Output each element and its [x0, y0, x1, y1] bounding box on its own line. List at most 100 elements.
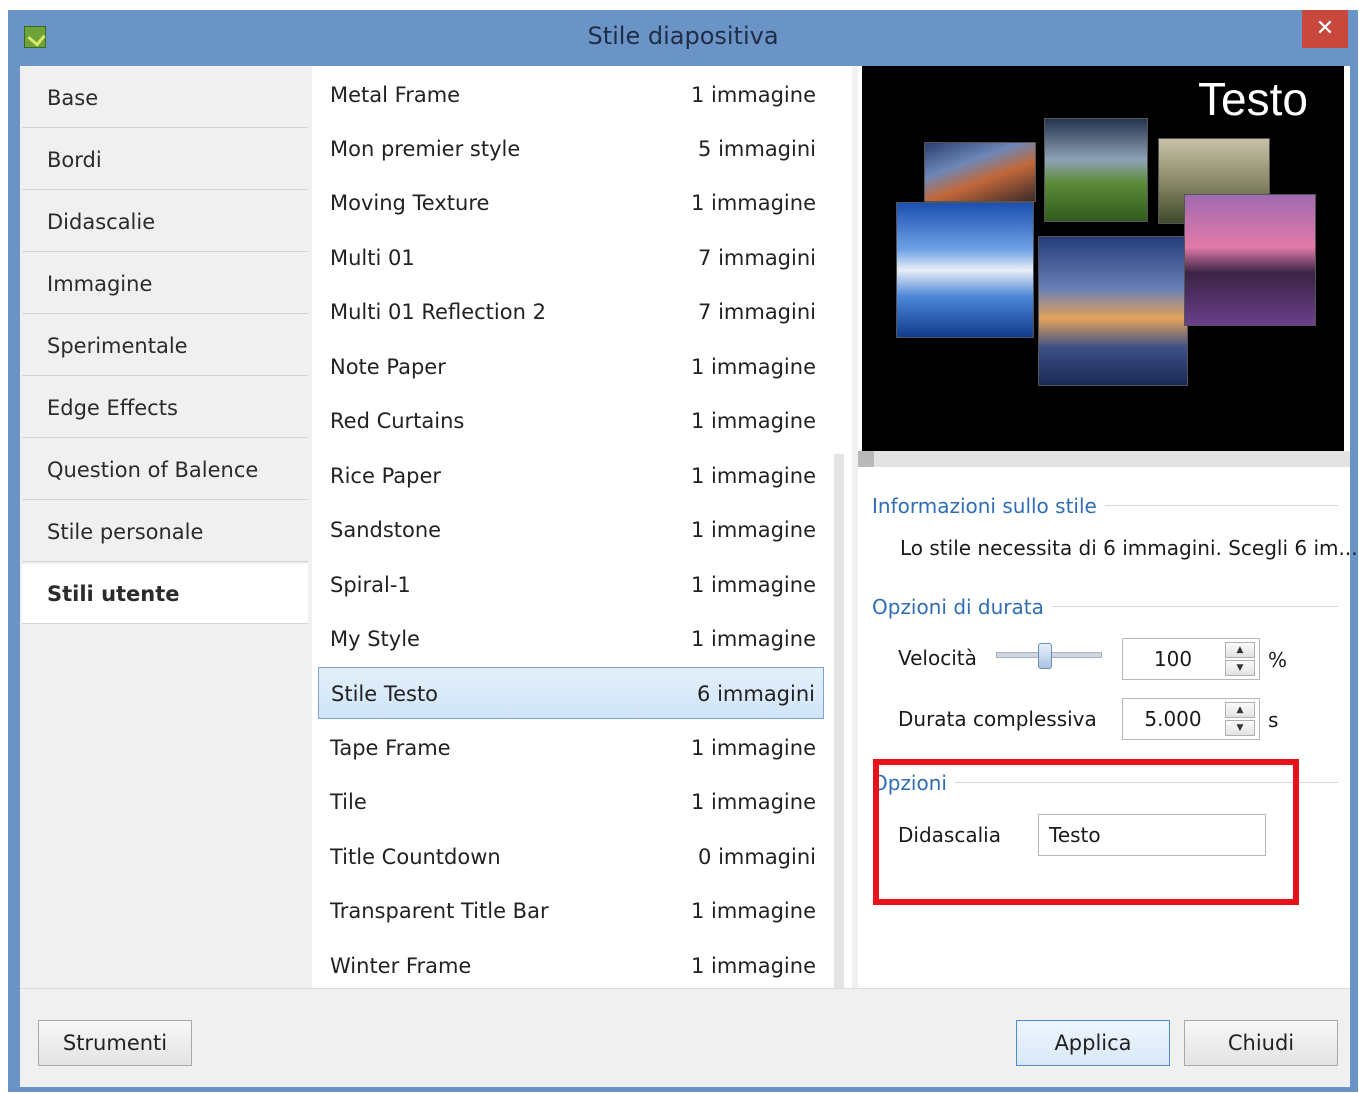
list-item[interactable]: Spiral-1 1 immagine: [318, 559, 824, 611]
speed-unit: %: [1268, 648, 1288, 672]
duration-section-label: Opzioni di durata: [872, 595, 1052, 619]
speed-value[interactable]: 100: [1123, 639, 1223, 679]
list-item[interactable]: Tile 1 immagine: [318, 776, 824, 828]
tab-immagine[interactable]: Immagine: [22, 254, 308, 314]
speed-increment-button[interactable]: ▲: [1225, 642, 1255, 658]
style-name: Moving Texture: [330, 191, 490, 215]
list-item[interactable]: Multi 01 7 immagini: [318, 232, 824, 284]
speed-label: Velocità: [898, 646, 977, 670]
tab-stile-personale[interactable]: Stile personale: [22, 502, 308, 562]
tools-button[interactable]: Strumenti: [38, 1020, 192, 1066]
style-image-count: 1 immagine: [690, 355, 816, 379]
style-image-count: 1 immagine: [690, 573, 816, 597]
style-image-count: 1 immagine: [690, 790, 816, 814]
style-image-count: 7 immagini: [698, 246, 816, 270]
style-name: Transparent Title Bar: [330, 899, 549, 923]
list-item[interactable]: Multi 01 Reflection 2 7 immagini: [318, 286, 824, 338]
style-name: Mon premier style: [330, 137, 521, 161]
close-window-button[interactable]: ✕: [1302, 10, 1348, 48]
style-image-count: 1 immagine: [690, 899, 816, 923]
style-image-count: 5 immagini: [698, 137, 816, 161]
style-details-panel: Testo Informazioni sullo stile Lo stile …: [858, 66, 1358, 988]
tab-bordi[interactable]: Bordi: [22, 130, 308, 190]
speed-slider-thumb[interactable]: [1038, 643, 1052, 669]
style-list[interactable]: Metal Frame 1 immagine Mon premier style 5…: [312, 66, 852, 988]
style-image-count: 1 immagine: [690, 518, 816, 542]
style-name: Multi 01 Reflection 2: [330, 300, 546, 324]
dialog-window: Stile diapositiva ✕ Base Bordi Didascali…: [8, 10, 1358, 1092]
style-image-count: 7 immagini: [698, 300, 816, 324]
total-duration-increment-button[interactable]: ▲: [1225, 702, 1255, 718]
style-image-count: 0 immagini: [698, 845, 816, 869]
tab-question-of-balence[interactable]: Question of Balence: [22, 440, 308, 500]
list-item[interactable]: Tape Frame 1 immagine: [318, 722, 824, 774]
tab-stili-utente[interactable]: Stili utente: [22, 564, 308, 624]
style-name: Spiral-1: [330, 573, 411, 597]
style-name: Rice Paper: [330, 464, 442, 488]
preview-scrollbar[interactable]: [858, 451, 1350, 467]
style-name: Metal Frame: [330, 83, 461, 107]
style-name: Multi 01: [330, 246, 415, 270]
style-image-count: 1 immagine: [690, 627, 816, 651]
dialog-client: Base Bordi Didascalie Immagine Speriment…: [20, 66, 1358, 1087]
style-image-count: 1 immagine: [690, 83, 816, 107]
style-image-count: 1 immagine: [690, 464, 816, 488]
style-name: Title Countdown: [330, 845, 501, 869]
preview-photo-skyline: [1184, 194, 1316, 326]
list-item[interactable]: Mon premier style 5 immagini: [318, 123, 824, 175]
total-duration-value[interactable]: 5.000: [1123, 699, 1223, 739]
list-item[interactable]: Transparent Title Bar 1 immagine: [318, 885, 824, 937]
info-section-label: Informazioni sullo stile: [872, 494, 1105, 518]
preview-photo-city: [1038, 236, 1188, 386]
list-item[interactable]: Winter Frame 1 immagine: [318, 940, 824, 992]
style-name: Tape Frame: [330, 736, 451, 760]
list-item[interactable]: Red Curtains 1 immagine: [318, 395, 824, 447]
category-tabs: Base Bordi Didascalie Immagine Speriment…: [20, 66, 308, 988]
apply-button[interactable]: Applica: [1016, 1020, 1170, 1066]
preview-photo-field: [1044, 118, 1148, 222]
style-preview: Testo: [862, 66, 1344, 451]
divider: [1088, 505, 1338, 506]
list-item[interactable]: Rice Paper 1 immagine: [318, 450, 824, 502]
style-name: Sandstone: [330, 518, 442, 542]
divider: [1038, 606, 1338, 607]
style-name: Winter Frame: [330, 954, 472, 978]
list-item[interactable]: Metal Frame 1 immagine: [318, 69, 824, 121]
style-info-text: Lo stile necessita di 6 immagini. Scegli…: [900, 536, 1358, 560]
list-item[interactable]: My Style 1 immagine: [318, 613, 824, 665]
list-item[interactable]: Title Countdown 0 immagini: [318, 831, 824, 883]
tab-base[interactable]: Base: [22, 68, 308, 128]
style-name: Note Paper: [330, 355, 446, 379]
tab-didascalie[interactable]: Didascalie: [22, 192, 308, 252]
preview-scroll-thumb[interactable]: [858, 451, 874, 467]
button-bar: Strumenti Applica Chiudi: [20, 988, 1350, 1087]
style-image-count: 1 immagine: [690, 409, 816, 433]
style-name: Red Curtains: [330, 409, 465, 433]
title-bar[interactable]: Stile diapositiva ✕: [8, 10, 1358, 66]
total-duration-label: Durata complessiva: [898, 707, 1097, 731]
preview-caption: Testo: [1198, 73, 1308, 125]
tab-sperimentale[interactable]: Sperimentale: [22, 316, 308, 376]
speed-spin-buttons: ▲ ▼: [1225, 642, 1255, 676]
list-item[interactable]: Moving Texture 1 immagine: [318, 177, 824, 229]
window-title: Stile diapositiva: [587, 22, 779, 50]
total-duration-unit: s: [1268, 708, 1279, 732]
list-item[interactable]: Sandstone 1 immagine: [318, 504, 824, 556]
total-duration-stepper[interactable]: 5.000 ▲ ▼: [1122, 698, 1260, 740]
style-name: My Style: [330, 627, 420, 651]
speed-stepper[interactable]: 100 ▲ ▼: [1122, 638, 1260, 680]
list-item-selected[interactable]: Stile Testo 6 immagini: [318, 667, 824, 719]
preview-photo-lake: [896, 202, 1034, 338]
close-button[interactable]: Chiudi: [1184, 1020, 1338, 1066]
style-image-count: 1 immagine: [690, 736, 816, 760]
total-duration-spin-buttons: ▲ ▼: [1225, 702, 1255, 736]
list-item[interactable]: Note Paper 1 immagine: [318, 341, 824, 393]
style-image-count: 1 immagine: [690, 954, 816, 978]
highlight-box: [873, 759, 1299, 905]
style-image-count: 6 immagini: [697, 682, 815, 706]
style-name: Tile: [330, 790, 367, 814]
list-scrollbar[interactable]: [834, 454, 844, 988]
total-duration-decrement-button[interactable]: ▼: [1225, 720, 1255, 736]
speed-decrement-button[interactable]: ▼: [1225, 660, 1255, 676]
tab-edge-effects[interactable]: Edge Effects: [22, 378, 308, 438]
